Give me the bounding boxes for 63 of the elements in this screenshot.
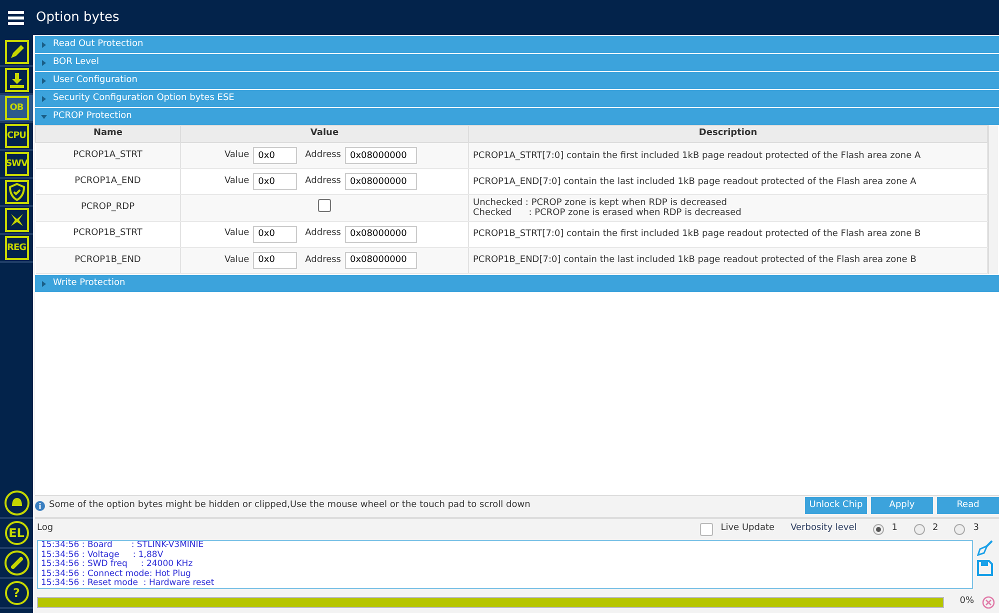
field-label: Value: [224, 227, 250, 240]
chip-button[interactable]: EL: [4, 521, 28, 545]
caret-right-icon: [41, 78, 47, 84]
broom-icon[interactable]: [977, 540, 993, 556]
radio-button[interactable]: [914, 524, 925, 534]
checkbox-label: Live Update: [720, 522, 775, 536]
caret-right-icon: [41, 96, 47, 102]
caret-right-icon: [41, 60, 47, 66]
description-text: PCROP1A_STRT[7:0] contain the first included 1kB page readout protected of the Flash area zone A: [473, 150, 922, 161]
caret-down-icon: [41, 114, 47, 120]
table-cell: PCROP1B_STRT: [36, 221, 180, 248]
value-field[interactable]: 0x0: [253, 226, 298, 243]
info-text: Some of the option bytes might be hidden or clipped,Use the mouse wheel or the touch pad to scroll down: [49, 498, 530, 512]
value-field[interactable]: 0x0: [253, 252, 298, 269]
column-header: Value: [180, 126, 468, 143]
field-label: Value: [224, 148, 250, 162]
radio-label: 2: [932, 522, 938, 536]
sidebar-item[interactable]: [0, 179, 33, 207]
radio-label: 1: [892, 522, 898, 536]
field-label: Address: [305, 175, 341, 188]
help-button[interactable]: ?: [4, 581, 28, 605]
info-icon: [35, 500, 45, 510]
field-label: Value: [224, 175, 250, 188]
radio-label: 3: [973, 522, 979, 536]
description-text: PCROP1B_END[7:0] contain the last included 1kB page readout protected of the Flash area zone B: [473, 255, 918, 266]
download-icon[interactable]: [4, 68, 28, 92]
sidebar-item[interactable]: [0, 39, 33, 67]
address-field[interactable]: 0x08000000: [345, 173, 417, 190]
field-label: Address: [305, 148, 341, 162]
caret-right-icon: [41, 280, 47, 286]
sidebar-item[interactable]: [0, 207, 33, 235]
checkbox[interactable]: [318, 198, 331, 212]
link-icon[interactable]: [4, 550, 30, 576]
table-cell: PCROP1A_STRT: [36, 142, 180, 169]
caret-right-icon: [41, 42, 47, 48]
field-label: Value: [224, 254, 250, 267]
value-field[interactable]: 0x0: [253, 147, 298, 164]
radio-button[interactable]: [954, 524, 966, 534]
pencil-icon[interactable]: [4, 40, 28, 64]
window-title: Option bytes: [36, 8, 120, 27]
checkbox[interactable]: [700, 522, 713, 536]
verbosity-label: Verbosity level: [790, 522, 857, 536]
address-field[interactable]: 0x08000000: [345, 252, 417, 269]
address-field[interactable]: 0x08000000: [345, 226, 417, 243]
table-cell: PCROP1B_END: [36, 247, 180, 274]
sidebar-item[interactable]: OB: [0, 95, 33, 123]
field-label: Address: [305, 254, 341, 267]
address-field[interactable]: 0x08000000: [345, 147, 417, 164]
shield-icon[interactable]: [4, 180, 28, 204]
log-title: Log: [37, 522, 54, 536]
radio-button[interactable]: [872, 524, 884, 534]
table-cell: PCROP_RDP: [36, 194, 180, 222]
scrollbar[interactable]: [988, 125, 998, 274]
description-text: Unchecked : PCROP zone is kept when RDP is decreased Checked : PCROP zone is erased when RDP is decreased: [473, 198, 742, 218]
save-icon[interactable]: [977, 560, 993, 576]
value-field[interactable]: 0x0: [253, 173, 298, 190]
description-text: PCROP1A_END[7:0] contain the last included 1kB page readout protected of the Flash area zone A: [473, 176, 918, 187]
column-header: Description: [468, 126, 988, 143]
field-label: Address: [305, 227, 341, 240]
description-text: PCROP1B_STRT[7:0] contain the first included 1kB page readout protected of the Flash area zone B: [473, 229, 922, 240]
column-header: Name: [36, 126, 180, 143]
progress-reading: 0%: [960, 595, 974, 608]
menu-icon[interactable]: [8, 10, 24, 24]
